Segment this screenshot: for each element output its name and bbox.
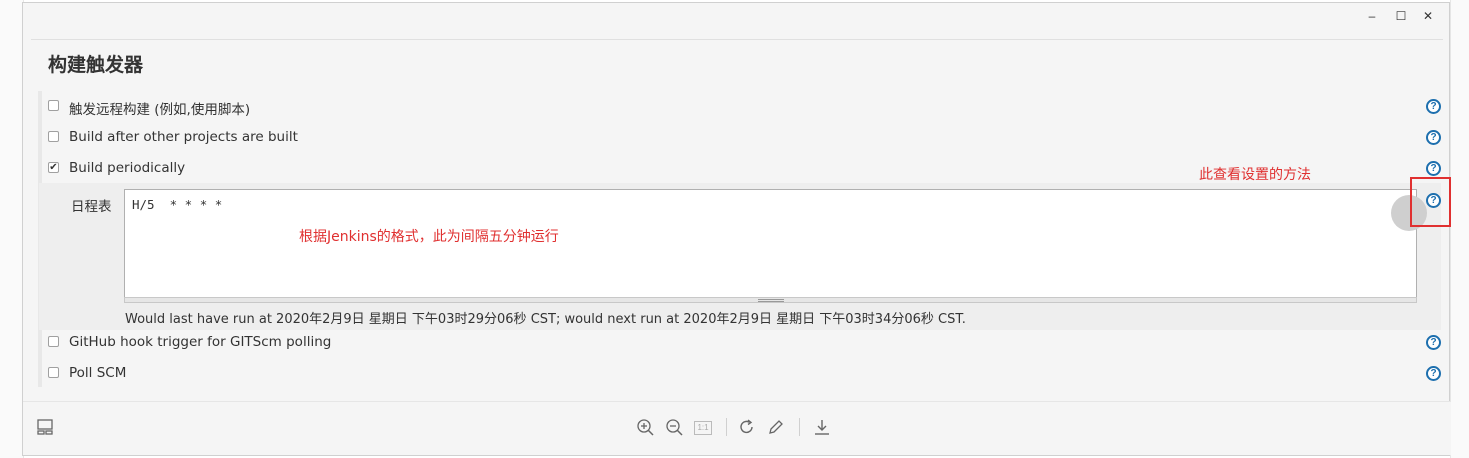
maximize-button[interactable]: ☐ — [1393, 8, 1409, 24]
help-icon[interactable]: ? — [1426, 130, 1441, 145]
rotate-icon[interactable] — [737, 418, 757, 438]
trigger-checkbox-after-other[interactable] — [48, 131, 59, 142]
trigger-label-remote: 触发远程构建 (例如,使用脚本) — [69, 102, 251, 118]
trigger-checkbox-remote[interactable] — [48, 100, 59, 111]
download-icon[interactable] — [812, 418, 832, 438]
trigger-label-after-other: Build after other projects are built — [69, 129, 298, 145]
background-strip-right — [1450, 0, 1469, 458]
screenshot-stage: – ☐ ✕ 构建触发器 触发远程构建 (例如,使用脚本) ? Build aft… — [0, 0, 1469, 458]
schedule-block: 日程表 H/5 * * * * Would last have run at 2… — [39, 183, 1441, 330]
annotation-format-hint: 根据Jenkins的格式，此为间隔五分钟运行 — [299, 229, 559, 245]
edit-icon[interactable] — [766, 418, 786, 438]
annotation-highlight-box — [1410, 177, 1451, 227]
toolbar-separator — [726, 418, 727, 436]
trigger-row-remote: 触发远程构建 (例如,使用脚本) — [48, 97, 1428, 118]
schedule-label: 日程表 — [71, 199, 112, 215]
image-viewer-window: – ☐ ✕ 构建触发器 触发远程构建 (例如,使用脚本) ? Build aft… — [22, 2, 1451, 456]
actual-size-icon[interactable]: 1:1 — [694, 421, 712, 435]
title-bar: – ☐ ✕ — [23, 3, 1449, 29]
zoom-in-icon[interactable] — [635, 418, 655, 438]
section-title: 构建触发器 — [48, 54, 144, 76]
help-icon[interactable]: ? — [1426, 161, 1441, 176]
minimize-button[interactable]: – — [1364, 8, 1380, 24]
build-triggers-panel: 构建触发器 触发远程构建 (例如,使用脚本) ? Build after oth… — [31, 39, 1443, 399]
trigger-checkbox-periodic[interactable]: ✔ — [48, 162, 59, 173]
trigger-checkbox-poll-scm[interactable] — [48, 367, 59, 378]
annotation-help-hint: 此查看设置的方法 — [1199, 167, 1311, 183]
trigger-label-github: GitHub hook trigger for GITScm polling — [69, 334, 332, 350]
toolbar-separator — [799, 418, 800, 436]
textarea-resize-handle[interactable] — [124, 297, 1417, 303]
background-strip-left — [0, 0, 24, 458]
zoom-out-icon[interactable] — [664, 418, 684, 438]
trigger-row-github: GitHub hook trigger for GITScm polling — [48, 333, 1428, 353]
trigger-row-poll-scm: Poll SCM — [48, 364, 1428, 384]
help-icon[interactable]: ? — [1426, 366, 1441, 381]
layout-icon[interactable] — [35, 418, 55, 438]
trigger-checkbox-github[interactable] — [48, 336, 59, 347]
close-button[interactable]: ✕ — [1420, 8, 1436, 24]
help-icon[interactable]: ? — [1426, 335, 1441, 350]
viewer-toolbar: 1:1 — [23, 401, 1451, 455]
trigger-row-after-other: Build after other projects are built — [48, 128, 1428, 148]
trigger-label-poll-scm: Poll SCM — [69, 365, 127, 381]
schedule-run-info: Would last have run at 2020年2月9日 星期日 下午0… — [125, 312, 966, 327]
help-icon[interactable]: ? — [1426, 99, 1441, 114]
trigger-label-periodic: Build periodically — [69, 160, 186, 176]
resize-grip-icon — [758, 299, 784, 302]
